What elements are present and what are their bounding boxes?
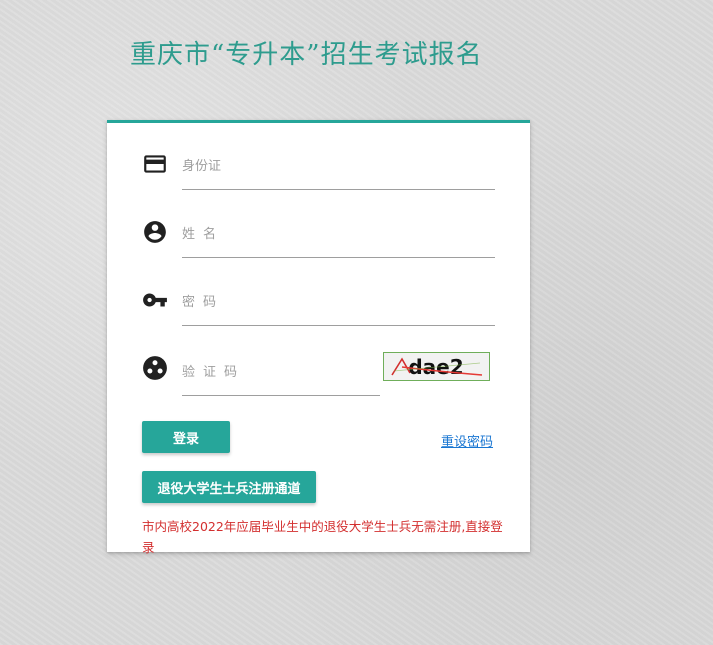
notice-text: 市内高校2022年应届毕业生中的退役大学生士兵无需注册,直接登录 (142, 519, 503, 555)
account-circle-icon (142, 219, 168, 245)
id-card-icon (142, 151, 168, 177)
reset-password-link[interactable]: 重设密码 (441, 431, 493, 450)
page-title: 重庆市“专升本”招生考试报名 (130, 40, 483, 70)
id-card-input[interactable] (182, 153, 495, 190)
password-input[interactable] (182, 289, 495, 326)
name-input[interactable] (182, 221, 495, 258)
captcha-icon (142, 355, 168, 381)
captcha-image[interactable]: dae2 (383, 352, 490, 381)
veteran-register-button[interactable]: 退役大学生士兵注册通道 (142, 471, 316, 503)
key-icon (142, 287, 168, 313)
login-card: dae2 登录 重设密码 退役大学生士兵注册通道 市内高校2022年应届毕业生中… (107, 120, 530, 555)
captcha-input[interactable] (182, 359, 380, 396)
login-button[interactable]: 登录 (142, 421, 230, 453)
